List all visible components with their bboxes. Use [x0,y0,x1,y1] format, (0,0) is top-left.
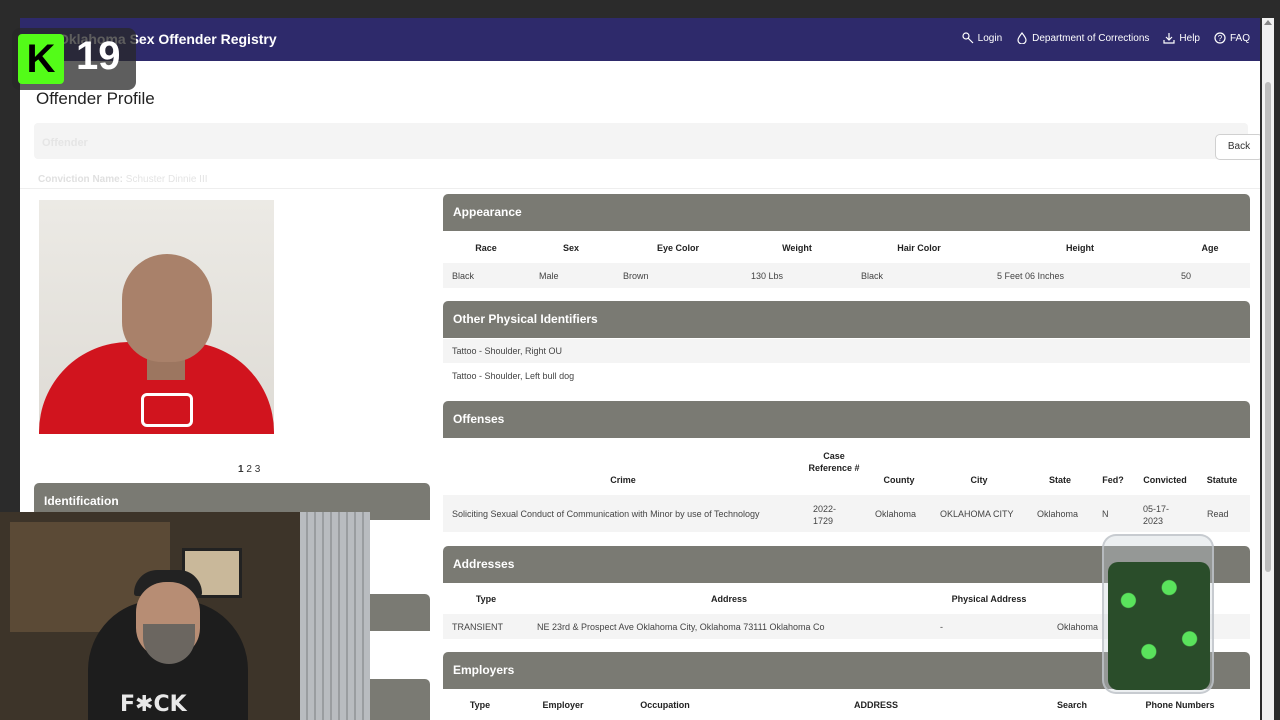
svg-text:?: ? [1218,34,1223,43]
offense-state: Oklahoma [1037,509,1079,519]
address-type: TRANSIENT [452,622,504,632]
offense-statute[interactable]: Read [1207,509,1229,519]
conviction-name-value: Schuster Dinnie III [125,174,208,185]
jar-fill [1108,562,1210,690]
nav-login[interactable]: Login [962,32,1002,44]
employers-th-search: Search [1056,700,1088,710]
pager-page-3[interactable]: 3 [255,464,261,475]
offenses-th-convicted: Convicted [1143,475,1187,485]
appearance-th-weight: Weight [782,243,812,253]
shirt-logo [141,393,193,427]
appearance-th-age: Age [1201,243,1219,253]
appearance-height: 5 Feet 06 Inches [997,271,1065,281]
nav-faq-label: FAQ [1229,32,1250,44]
identification-title: Identification [44,494,119,508]
nav-login-label: Login [977,32,1003,44]
photo-pager: 1 2 3 [238,464,260,475]
nav-help[interactable]: Help [1163,32,1200,44]
question-icon: ? [1214,32,1226,44]
nav-links: Login Department of Corrections Help ? F… [962,32,1250,44]
offenses-th-case: Case Reference # [808,451,860,473]
addresses-th-type: Type [475,594,497,604]
offense-fed: N [1102,509,1109,519]
appearance-age: 50 [1181,271,1192,281]
back-button[interactable]: Back [1215,134,1260,160]
nav-doc[interactable]: Department of Corrections [1016,32,1149,44]
appearance-weight: 130 Lbs [751,271,784,281]
page-title: Offender Profile [36,89,155,108]
key-icon [962,32,974,44]
conviction-name-label: Conviction Name: [38,174,124,185]
address-value: NE 23rd & Prospect Ave Oklahoma City, Ok… [537,622,825,632]
kick-jar-overlay [1102,534,1214,694]
drop-icon [1017,32,1027,44]
download-icon [1163,33,1176,44]
employers-th-occupation: Occupation [640,700,690,710]
identifier-1: Tattoo - Shoulder, Right OU [452,346,563,356]
kick-badge-overlay: K 19 [12,28,136,90]
offender-band-label: Offender [42,137,88,149]
shirt-text: F✱CK [120,692,187,717]
addresses-th-physical: Physical Address [951,594,1027,604]
offenses-th-statute: Statute [1206,475,1238,485]
appearance-hair: Black [861,271,884,281]
identifiers-title: Other Physical Identifiers [453,312,598,326]
employers-title: Employers [453,663,515,677]
offenses-th-fed: Fed? [1102,475,1124,485]
offenses-header: Offenses [443,401,1250,438]
offense-case: 2022-1729 [813,504,837,526]
employers-th-address: ADDRESS [853,700,898,710]
streamer-webcam: F✱CK [0,512,370,720]
nav-faq[interactable]: ? FAQ [1214,32,1250,44]
appearance-header: Appearance [443,194,1250,231]
scroll-up-icon[interactable] [1264,20,1272,25]
appearance-th-race: Race [475,243,497,253]
appearance-th-eye: Eye Color [656,243,699,253]
offender-band: Offender [34,123,1248,159]
appearance-th-sex: Sex [562,243,579,253]
window-blinds [300,512,370,720]
appearance-race: Black [452,271,475,281]
employers-th-phone: Phone Numbers [1145,700,1215,710]
address-physical: - [940,622,943,632]
pager-current[interactable]: 1 [238,464,244,475]
employers-th-type: Type [469,700,491,710]
offense-county: Oklahoma [875,509,917,519]
conviction-name: Conviction Name: Schuster Dinnie III [38,174,208,185]
offenses-th-county: County [883,475,915,485]
employers-th-employer: Employer [542,700,584,710]
divider [20,188,1260,189]
pager-page-2[interactable]: 2 [246,464,252,475]
addresses-th-address: Address [710,594,747,604]
offenses-th-crime: Crime [610,475,636,485]
offenses-th-state: State [1048,475,1071,485]
appearance-th-height: Height [1066,243,1094,253]
identifier-2: Tattoo - Shoulder, Left bull dog [452,371,575,381]
address-county: Oklahoma [1057,622,1099,632]
offense-convicted: 05-17-2023 [1143,504,1170,526]
offenses-title: Offenses [453,412,505,426]
scrollbar-thumb[interactable] [1265,82,1271,572]
identifier-row-1 [443,339,1250,363]
offenses-th-city: City [970,475,988,485]
appearance-row [443,263,1250,288]
top-navbar: ☰ Oklahoma Sex Offender Registry Login D… [20,18,1260,61]
appearance-title: Appearance [453,205,522,219]
kick-logo: K [18,34,64,84]
page-scrollbar[interactable] [1262,18,1274,720]
appearance-sex: Male [539,271,559,281]
offense-crime: Soliciting Sexual Conduct of Communicati… [452,509,760,519]
nav-help-label: Help [1179,32,1200,44]
offense-city: OKLAHOMA CITY [940,509,1014,519]
viewer-count: 19 [76,34,121,78]
nav-doc-label: Department of Corrections [1032,32,1150,44]
addresses-title: Addresses [453,557,515,571]
identifiers-header: Other Physical Identifiers [443,301,1250,338]
appearance-eye: Brown [623,271,649,281]
offender-photo [39,200,274,434]
appearance-th-hair: Hair Color [897,243,941,253]
